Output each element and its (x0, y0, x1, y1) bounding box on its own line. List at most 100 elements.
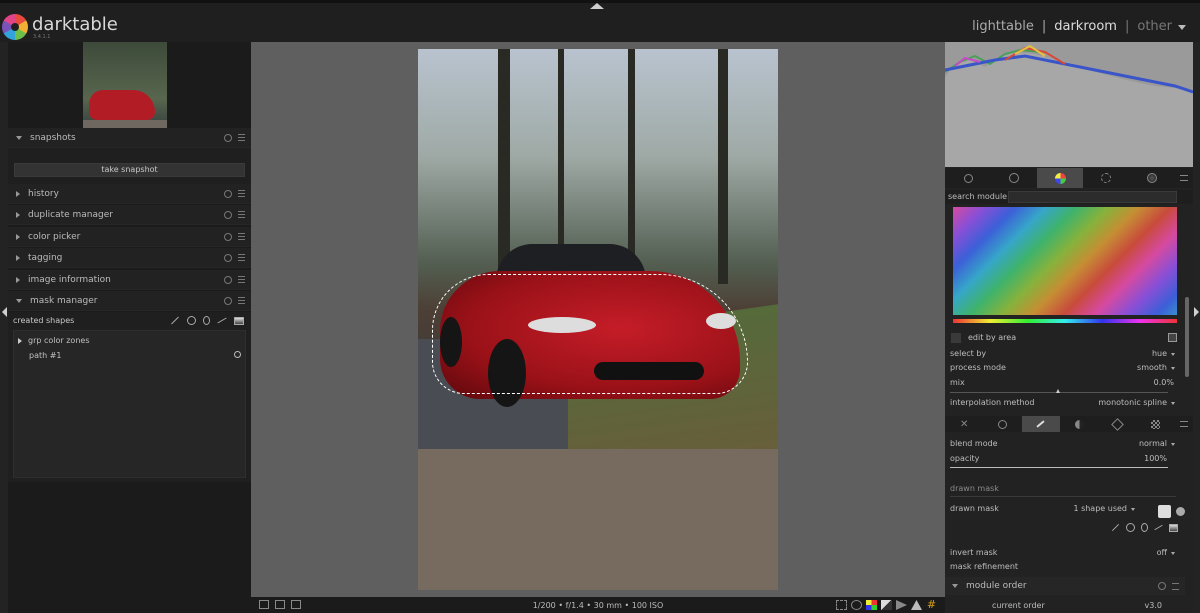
view-other[interactable]: other (1137, 19, 1172, 34)
process-mode-row[interactable]: process mode smooth (945, 362, 1185, 374)
blend-drawn-tab[interactable] (1021, 416, 1060, 432)
view-darkroom[interactable]: darkroom (1054, 19, 1117, 34)
edit-mask-icon[interactable] (1158, 505, 1171, 518)
color-assessment-icon[interactable] (851, 600, 862, 610)
blend-drawn-parametric-tab[interactable] (1098, 416, 1136, 432)
clipping-warning-icon[interactable] (911, 600, 922, 610)
mix-value: 0.0% (1153, 378, 1174, 387)
drawn-mask-section: drawn mask (945, 483, 1185, 495)
path-icon[interactable] (1154, 524, 1163, 531)
module-label: color picker (28, 231, 81, 242)
presets-icon[interactable] (238, 190, 245, 197)
presets-icon[interactable] (238, 134, 245, 141)
presets-icon[interactable] (238, 233, 245, 240)
tree-trunk (718, 49, 728, 284)
presets-icon[interactable] (238, 276, 245, 283)
reset-icon[interactable] (224, 253, 232, 262)
tab-correct[interactable] (1083, 168, 1129, 188)
opacity-slider-fill[interactable] (950, 467, 1168, 468)
gradient-icon[interactable] (234, 316, 244, 325)
module-image-information[interactable]: image information (8, 270, 251, 290)
reset-icon[interactable] (224, 189, 232, 198)
shapes-list[interactable]: grp color zones path #1 (13, 330, 246, 478)
circle-icon[interactable] (187, 316, 196, 325)
module-snapshots[interactable]: snapshots (8, 128, 251, 148)
presets-icon[interactable] (238, 211, 245, 218)
reset-icon[interactable] (224, 296, 232, 305)
softproof-icon[interactable] (866, 600, 877, 610)
module-history[interactable]: history (8, 184, 251, 204)
view-lighttable[interactable]: lighttable (972, 19, 1034, 34)
presets-icon[interactable] (1172, 582, 1179, 590)
color-picker-icon[interactable] (1168, 333, 1177, 342)
gamut-check-icon[interactable] (881, 600, 892, 610)
edit-by-area-checkbox[interactable] (951, 333, 961, 343)
reset-icon[interactable] (224, 275, 232, 284)
path-icon[interactable] (217, 317, 227, 324)
tab-base[interactable] (991, 168, 1037, 188)
interpolation-row[interactable]: interpolation method monotonic spline (945, 397, 1185, 409)
module-order-header[interactable]: module order (945, 577, 1185, 595)
shape-group-item[interactable]: grp color zones (18, 336, 89, 345)
blend-uniform-tab[interactable] (983, 416, 1021, 432)
invert-mask-row[interactable]: invert mask off (945, 547, 1185, 559)
module-mask-manager[interactable]: mask manager (8, 291, 251, 311)
tab-effect[interactable] (1129, 168, 1175, 188)
mix-slider-marker[interactable] (1056, 389, 1060, 393)
blend-parametric-tab[interactable] (1060, 416, 1098, 432)
module-tagging[interactable]: tagging (8, 248, 251, 268)
drawn-mask-path-outline[interactable] (432, 274, 748, 394)
tab-presets[interactable] (1175, 168, 1193, 188)
shape-item[interactable]: path #1 (29, 351, 62, 360)
mix-slider[interactable]: mix 0.0% (945, 377, 1185, 389)
collapse-left-panel-icon[interactable] (0, 42, 8, 613)
dropdown-arrow-icon (1171, 402, 1175, 405)
ellipse-icon[interactable] (1141, 523, 1148, 532)
presets-icon[interactable] (238, 254, 245, 261)
blend-mode-row[interactable]: blend mode normal (945, 438, 1185, 450)
image-canvas[interactable] (251, 42, 945, 597)
blend-presets-tab[interactable] (1175, 416, 1193, 432)
raw-overexposed-icon[interactable] (896, 600, 907, 610)
search-module-input[interactable] (1008, 191, 1177, 203)
drawn-parametric-icon (1111, 417, 1124, 431)
collapse-top-panel-icon[interactable] (590, 3, 604, 9)
remove-mask-icon[interactable] (1176, 507, 1185, 516)
guides-icon[interactable]: # (926, 599, 937, 610)
concrete-path (418, 449, 778, 590)
edit-by-area-row: edit by area (945, 331, 1193, 345)
circle-icon[interactable] (1126, 523, 1135, 532)
module-duplicate-manager[interactable]: duplicate manager (8, 205, 251, 225)
take-snapshot-button[interactable]: take snapshot (14, 163, 245, 177)
expand-arrow-icon (16, 211, 20, 218)
tab-active-modules[interactable] (945, 168, 991, 188)
presets-icon[interactable] (238, 297, 245, 304)
module-color-picker[interactable]: color picker (8, 227, 251, 247)
reset-icon[interactable] (224, 210, 232, 219)
brush-icon[interactable] (1111, 523, 1120, 532)
shape-toggle-icon[interactable] (234, 351, 241, 358)
right-panel-scrollbar[interactable] (1185, 297, 1189, 377)
reset-icon[interactable] (224, 232, 232, 241)
color-zones-graph[interactable] (953, 207, 1177, 315)
power-icon (963, 173, 973, 183)
ellipse-icon[interactable] (203, 316, 210, 325)
select-by-row[interactable]: select by hue (945, 348, 1185, 360)
reset-icon[interactable] (224, 133, 232, 142)
views-dropdown-icon[interactable] (1178, 25, 1186, 30)
module-group-tabs (945, 168, 1193, 188)
opacity-value: 100% (1144, 454, 1167, 463)
brush-icon[interactable] (171, 316, 179, 325)
reset-icon[interactable] (1158, 582, 1166, 590)
blend-raster-tab[interactable] (1137, 416, 1175, 432)
blend-off-tab[interactable]: ✕ (945, 416, 983, 432)
drawn-mask-value: 1 shape used (1073, 504, 1127, 513)
module-label: snapshots (30, 132, 76, 143)
tab-color[interactable] (1037, 168, 1083, 188)
drawn-mask-row[interactable]: drawn mask 1 shape used (945, 503, 1145, 515)
focus-peaking-icon[interactable] (836, 600, 847, 610)
histogram[interactable] (945, 42, 1193, 167)
collapse-right-panel-icon[interactable] (1193, 42, 1200, 613)
opacity-slider[interactable]: opacity 100% (945, 453, 1185, 465)
gradient-icon[interactable] (1169, 523, 1178, 532)
